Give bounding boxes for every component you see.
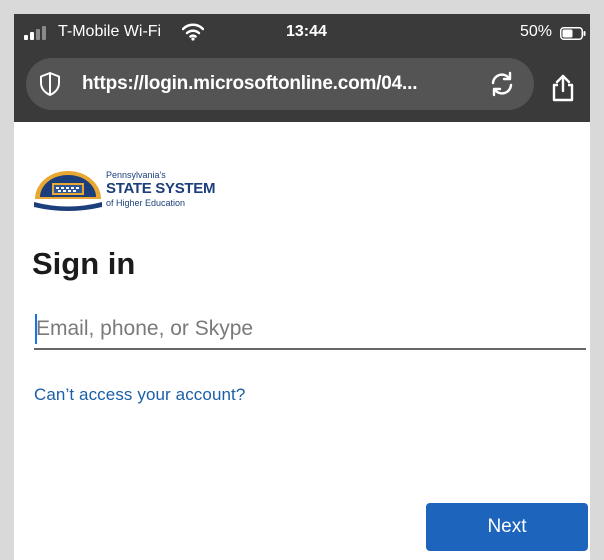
browser-chrome: T-Mobile Wi-Fi 13:44 50% https://login.m… [14,14,590,122]
logo-text-state-system: STATE SYSTEM [106,180,216,197]
wifi-icon [181,23,205,46]
signal-bars-icon [24,26,52,45]
screenshot-frame: T-Mobile Wi-Fi 13:44 50% https://login.m… [14,14,590,560]
reload-icon[interactable] [488,71,516,102]
address-bar-url[interactable]: https://login.microsoftonline.com/04... [82,73,417,95]
status-bar: T-Mobile Wi-Fi 13:44 50% [14,14,590,54]
email-input[interactable] [34,310,586,350]
share-icon[interactable] [550,74,576,107]
logo-text-higher-education: of Higher Education [106,198,186,208]
shield-icon[interactable] [38,71,62,102]
state-system-logo-icon [32,169,104,220]
logo-text-pennsylvania: Pennsylvania's [106,170,166,180]
cant-access-account-link[interactable]: Can’t access your account? [34,385,245,405]
text-caret [35,314,37,344]
clock-time: 13:44 [286,23,327,40]
battery-icon [560,27,586,45]
page-title: Sign in [32,246,136,281]
battery-percentage: 50% [520,23,553,40]
next-button[interactable]: Next [426,503,588,551]
address-bar[interactable]: https://login.microsoftonline.com/04... [26,58,534,110]
carrier-label: T-Mobile Wi-Fi [58,23,162,40]
